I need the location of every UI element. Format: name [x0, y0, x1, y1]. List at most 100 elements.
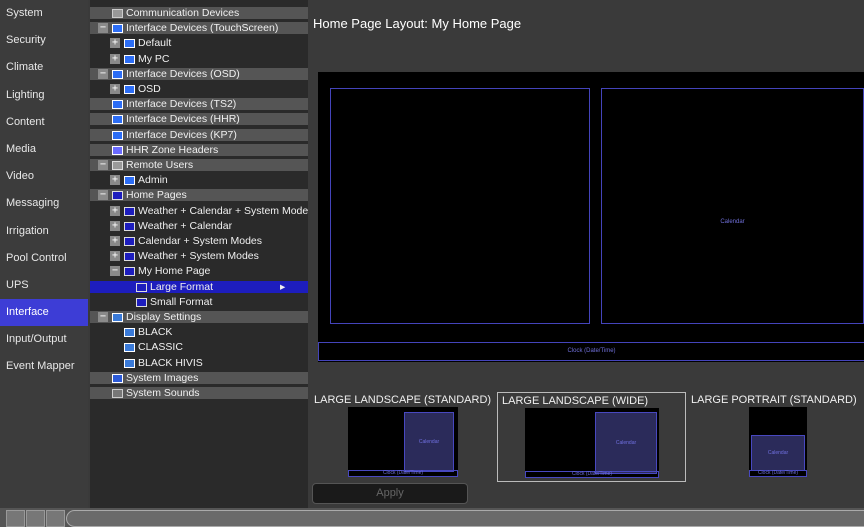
expand-icon[interactable]: + — [110, 220, 120, 231]
sidebar-item-security[interactable]: Security — [0, 27, 88, 54]
tree-item-communication-devices[interactable]: Communication Devices — [90, 7, 308, 19]
sidebar-item-system[interactable]: System — [0, 0, 88, 27]
tree-item-interface-devices-touchscreen[interactable]: − Interface Devices (TouchScreen) — [90, 22, 308, 35]
tree-item-osd[interactable]: + OSD — [90, 83, 308, 95]
tree-item-weather-system-modes[interactable]: + Weather + System Modes — [90, 250, 308, 262]
tree-item-interface-devices-hhr[interactable]: Interface Devices (HHR) — [90, 113, 308, 126]
status-square-2[interactable] — [26, 510, 45, 527]
sidebar-item-content[interactable]: Content — [0, 109, 88, 136]
tree-item-hhr-zone-headers[interactable]: HHR Zone Headers — [90, 143, 308, 156]
configuration-tree: Communication Devices − Interface Devices … — [90, 0, 308, 508]
tree-item-label: BLACK — [138, 326, 173, 339]
thumbnail-clock-region: Clock (Date/Time) — [348, 470, 458, 477]
users-icon — [112, 161, 123, 170]
sidebar-item-lighting[interactable]: Lighting — [0, 82, 88, 109]
collapse-icon[interactable]: − — [98, 23, 108, 34]
layout-preview-canvas: Calendar Clock (Date/Time) — [318, 72, 864, 362]
thumbnail-clock-region: Clock (Date/Time) — [525, 471, 659, 478]
thumbnail-clock-label: Clock (Date/Time) — [571, 471, 613, 477]
tree-item-label: Large Format — [150, 280, 214, 293]
display-icon — [124, 358, 135, 368]
collapse-icon[interactable]: − — [110, 266, 120, 277]
status-field — [66, 510, 864, 527]
expand-icon[interactable]: + — [110, 53, 120, 64]
thumbnail-calendar-region: Calendar — [404, 412, 454, 472]
tree-item-my-pc[interactable]: + My PC — [90, 53, 308, 65]
sidebar-item-media[interactable]: Media — [0, 136, 88, 163]
layout-option-name: LARGE LANDSCAPE (STANDARD) — [314, 394, 492, 406]
tree-item-calendar-system-modes[interactable]: + Calendar + System Modes — [90, 235, 308, 247]
tree-item-label: My PC — [138, 52, 170, 65]
tree-item-label: Interface Devices (OSD) — [126, 67, 240, 80]
tree-item-admin[interactable]: + Admin — [90, 174, 308, 186]
layout-option-large-portrait-standard[interactable]: LARGE PORTRAIT (STANDARD) Calendar Clock (… — [687, 392, 864, 482]
sidebar-item-pool-control[interactable]: Pool Control — [0, 245, 88, 272]
play-arrow-icon[interactable]: ▸ — [280, 281, 285, 293]
expand-icon[interactable]: + — [110, 175, 120, 186]
tree-item-label: Weather + System Modes — [138, 250, 259, 263]
expand-icon[interactable]: + — [110, 38, 120, 49]
clock-region[interactable]: Clock (Date/Time) — [318, 342, 864, 361]
tree-item-system-sounds[interactable]: System Sounds — [90, 387, 308, 399]
sidebar-item-interface[interactable]: Interface — [0, 299, 88, 327]
blue-device-icon — [124, 39, 135, 49]
blue-device-icon — [124, 176, 135, 186]
page-icon — [124, 267, 135, 277]
collapse-icon[interactable]: − — [98, 312, 108, 322]
tree-item-interface-devices-osd[interactable]: − Interface Devices (OSD) — [90, 67, 308, 80]
collapse-icon[interactable]: − — [98, 160, 108, 170]
collapse-icon[interactable]: − — [98, 68, 108, 79]
layout-options: LARGE LANDSCAPE (STANDARD) Calendar Clock … — [310, 392, 864, 482]
layout-thumbnail: Calendar Clock (Date/Time) — [749, 407, 807, 477]
blue-device-icon — [112, 69, 123, 79]
tree-item-black[interactable]: BLACK — [90, 326, 308, 338]
tree-item-label: Home Pages — [126, 189, 187, 202]
page-icon — [124, 206, 135, 216]
tree-item-interface-devices-ts2[interactable]: Interface Devices (TS2) — [90, 98, 308, 111]
clock-region-label: Clock (Date/Time) — [567, 348, 616, 354]
expand-icon[interactable]: + — [110, 84, 120, 94]
sidebar-item-ups[interactable]: UPS — [0, 272, 88, 299]
expand-icon[interactable]: + — [110, 251, 120, 262]
tree-item-small-format[interactable]: Small Format — [90, 296, 308, 308]
sidebar-item-messaging[interactable]: Messaging — [0, 190, 88, 217]
thumbnail-calendar-label: Calendar — [615, 440, 637, 446]
collapse-icon[interactable]: − — [98, 190, 108, 201]
expand-icon[interactable]: + — [110, 205, 120, 216]
sidebar-item-event-mapper[interactable]: Event Mapper — [0, 353, 88, 380]
calendar-region-label: Calendar — [720, 219, 745, 225]
sidebar-item-video[interactable]: Video — [0, 163, 88, 190]
bottom-status-bar — [0, 508, 864, 527]
sidebar-item-input-output[interactable]: Input/Output — [0, 326, 88, 353]
tree-item-black-hivis[interactable]: BLACK HIVIS — [90, 357, 308, 369]
tree-item-large-format[interactable]: Large Format ▸ — [90, 280, 308, 293]
tree-item-classic[interactable]: CLASSIC — [90, 341, 308, 353]
sidebar-item-climate[interactable]: Climate — [0, 54, 88, 81]
tree-item-label: BLACK HIVIS — [138, 356, 203, 369]
tree-item-system-images[interactable]: System Images — [90, 371, 308, 384]
status-square-3[interactable] — [46, 510, 65, 527]
tree-item-label: HHR Zone Headers — [126, 143, 219, 156]
apply-button[interactable]: Apply — [312, 483, 468, 504]
tree-item-default[interactable]: + Default — [90, 37, 308, 49]
thumbnail-calendar-region: Calendar — [595, 412, 657, 474]
layout-option-large-landscape-wide[interactable]: LARGE LANDSCAPE (WIDE) Calendar Clock (Dat… — [497, 392, 686, 482]
left-region[interactable] — [330, 88, 590, 324]
page-icon — [112, 191, 123, 201]
tree-item-weather-calendar[interactable]: + Weather + Calendar — [90, 220, 308, 232]
tree-item-interface-devices-kp7[interactable]: Interface Devices (KP7) — [90, 128, 308, 141]
layout-option-large-landscape-standard[interactable]: LARGE LANDSCAPE (STANDARD) Calendar Clock … — [310, 392, 496, 482]
tree-item-weather-calendar-system-modes[interactable]: + Weather + Calendar + System Modes — [90, 205, 308, 217]
tree-item-label: Weather + Calendar — [138, 219, 233, 232]
status-square-1[interactable] — [6, 510, 25, 527]
calendar-region[interactable]: Calendar — [601, 88, 864, 324]
tree-item-home-pages[interactable]: − Home Pages — [90, 189, 308, 202]
expand-icon[interactable]: + — [110, 236, 120, 246]
category-sidebar: System Security Climate Lighting Content Medi… — [0, 0, 88, 508]
blue-device-icon — [124, 54, 135, 64]
tree-item-display-settings[interactable]: − Display Settings — [90, 311, 308, 323]
sidebar-item-irrigation[interactable]: Irrigation — [0, 218, 88, 245]
tree-item-remote-users[interactable]: − Remote Users — [90, 159, 308, 171]
tree-item-label: CLASSIC — [138, 341, 183, 354]
tree-item-my-home-page[interactable]: − My Home Page — [90, 265, 308, 277]
